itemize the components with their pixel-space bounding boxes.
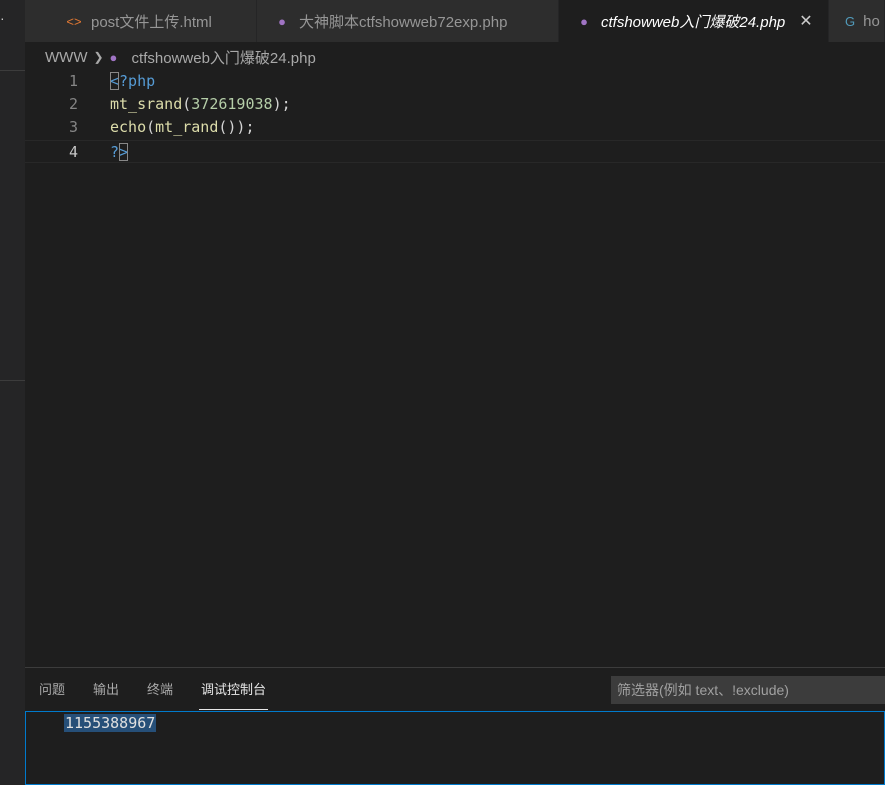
line-number: 4 <box>68 143 78 161</box>
code-line: 3 echo(mt_rand()); <box>25 116 885 139</box>
tab-debug-console[interactable]: 调试控制台 <box>199 670 269 710</box>
tab-label: ctfshowweb入门爆破24.php <box>601 13 786 31</box>
function-name: mt_rand <box>155 118 219 136</box>
filter-input[interactable]: 筛选器(例如 text、!exclude) <box>611 676 885 704</box>
code-line: 1 <?php <box>25 70 885 93</box>
line-code: echo(mt_rand()); <box>110 116 255 139</box>
number-literal: 372619038 <box>191 95 273 113</box>
panel-tab-bar: 问题 输出 终端 调试控制台 <box>25 670 280 710</box>
sidebar-divider <box>0 70 25 71</box>
tab-label: ho <box>863 12 880 30</box>
sidebar-divider <box>0 380 25 381</box>
debug-console[interactable]: 1155388967 <box>25 711 885 785</box>
function-name: mt_srand <box>110 95 183 113</box>
php-close-bracket: > <box>119 143 129 161</box>
tab-post-upload-html[interactable]: <> post文件上传.html <box>25 0 257 42</box>
console-output: 1155388967 <box>64 714 157 732</box>
line-number: 2 <box>68 95 78 113</box>
html-icon: <> <box>66 13 82 29</box>
php-icon: ● <box>109 49 118 65</box>
tab-label: 大神脚本ctfshowweb72exp.php <box>299 13 508 31</box>
php-icon: ● <box>278 13 286 29</box>
tab-label: post文件上传.html <box>91 13 212 31</box>
punctuation: ()); <box>218 118 255 136</box>
line-code: ?> <box>110 141 129 164</box>
editor-tab-bar: <> post文件上传.html ● 大神脚本ctfshowweb72exp.p… <box>25 0 885 42</box>
breadcrumb-folder[interactable]: WWW <box>45 49 87 66</box>
tab-output[interactable]: 输出 <box>93 670 119 710</box>
code-line: 2 mt_srand(372619038); <box>25 93 885 116</box>
activity-sidebar: · <box>0 0 26 785</box>
punctuation: ); <box>272 95 291 113</box>
line-number: 1 <box>68 72 78 90</box>
breadcrumb: WWW ❯ ● ctfshowweb入门爆破24.php <box>45 46 316 68</box>
cpp-icon: G <box>845 13 856 29</box>
php-icon: ● <box>580 13 588 29</box>
more-icon[interactable]: · <box>0 10 8 26</box>
line-code: <?php <box>110 70 155 93</box>
function-name: echo <box>110 118 147 136</box>
line-number: 3 <box>68 118 78 136</box>
php-close-question: ? <box>110 143 120 161</box>
punctuation: ( <box>182 95 192 113</box>
php-open-tag: ?php <box>119 72 156 90</box>
code-editor[interactable]: 1 <?php 2 mt_srand(372619038); 3 echo(mt… <box>25 70 885 665</box>
tab-ho[interactable]: G ho <box>829 0 885 42</box>
tab-bruteforce-php[interactable]: ● ctfshowweb入门爆破24.php ✕ <box>559 0 829 42</box>
tab-problems[interactable]: 问题 <box>39 670 65 710</box>
line-code: mt_srand(372619038); <box>110 93 291 116</box>
code-line-current: 4 ?> <box>25 140 885 163</box>
breadcrumb-file[interactable]: ctfshowweb入门爆破24.php <box>132 47 316 68</box>
php-open-bracket: < <box>110 72 120 90</box>
close-icon[interactable]: ✕ <box>799 11 812 31</box>
chevron-right-icon: ❯ <box>93 50 104 64</box>
tab-terminal[interactable]: 终端 <box>147 670 173 710</box>
panel-divider <box>25 667 885 668</box>
tab-exp-php[interactable]: ● 大神脚本ctfshowweb72exp.php <box>257 0 559 42</box>
punctuation: ( <box>146 118 156 136</box>
